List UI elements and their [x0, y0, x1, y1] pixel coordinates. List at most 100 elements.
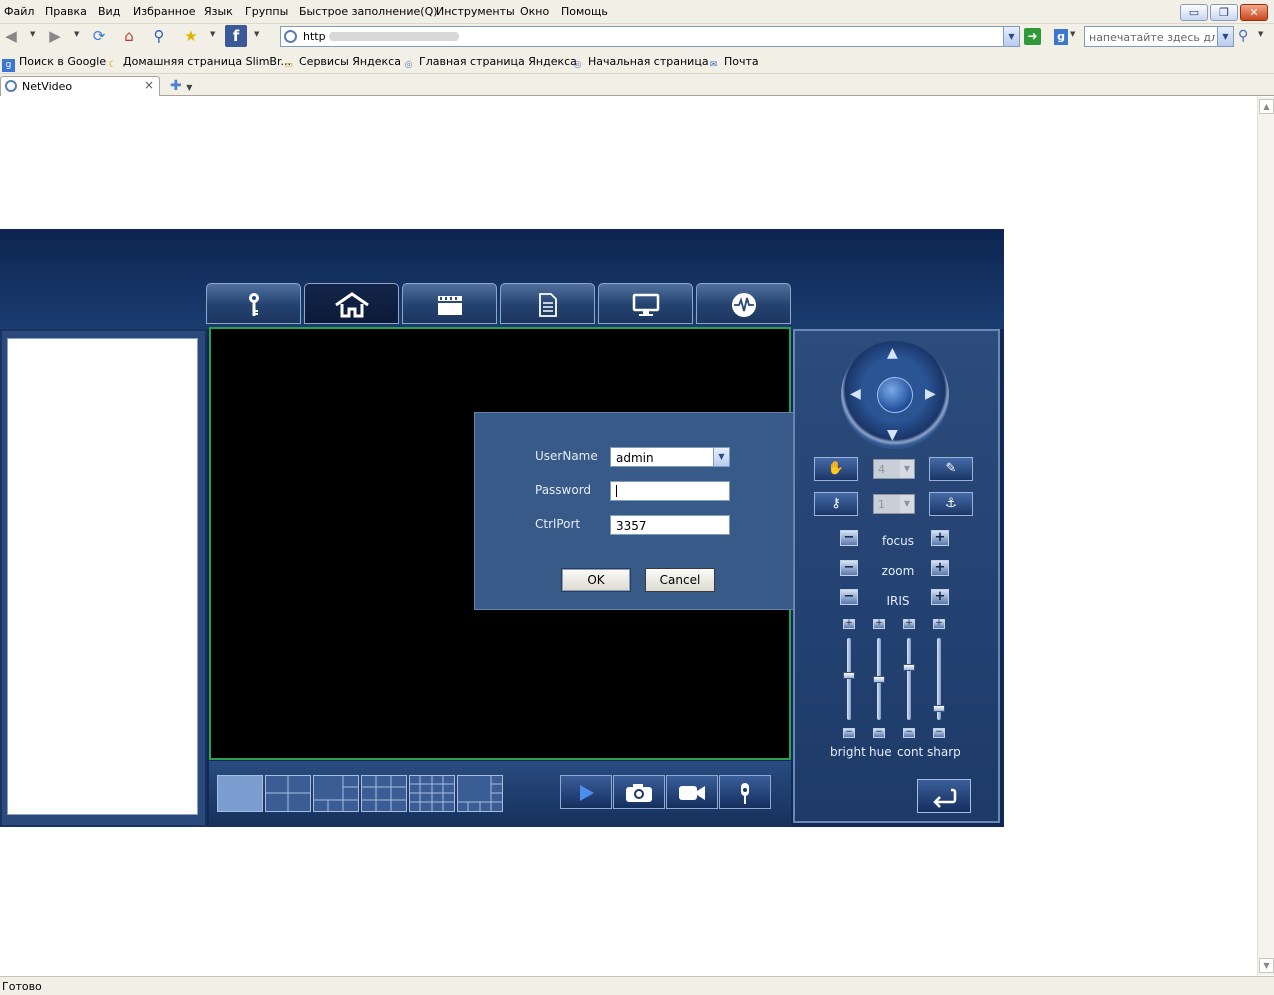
ptz-direction-pad[interactable]: ▲ ▼ ◀ ▶ — [841, 341, 949, 449]
sharp-slider-thumb[interactable] — [933, 704, 945, 712]
tab-alarm[interactable] — [696, 283, 791, 324]
bright-slider-thumb[interactable] — [843, 671, 855, 679]
ptz-wiper-button[interactable]: ✎ — [929, 457, 973, 481]
sharp-minus-button[interactable]: − — [933, 728, 945, 738]
iris-minus-button[interactable]: − — [840, 589, 858, 605]
record-button[interactable] — [666, 775, 718, 809]
cont-slider-thumb[interactable] — [903, 663, 915, 671]
chevron-down-icon[interactable]: ▼ — [713, 448, 729, 466]
zoom-minus-button[interactable]: − — [840, 560, 858, 576]
facebook-icon[interactable]: f — [225, 25, 247, 47]
snapshot-button[interactable] — [613, 775, 665, 809]
search-icon[interactable]: ⚲ — [148, 25, 170, 47]
search-go-dropdown-icon[interactable]: ▼ — [1258, 30, 1263, 38]
focus-minus-button[interactable]: − — [840, 530, 858, 546]
device-list[interactable] — [7, 338, 198, 815]
menu-help[interactable]: Помощь — [561, 5, 608, 18]
forward-dropdown-icon[interactable]: ▼ — [74, 30, 79, 38]
menu-autofill[interactable]: Быстрое заполнение(Q) — [299, 5, 438, 18]
layout-2x2-button[interactable] — [265, 775, 311, 812]
close-button[interactable]: ✕ — [1240, 4, 1268, 21]
cont-plus-button[interactable]: + — [903, 619, 915, 629]
new-tab-icon[interactable]: ✚ ▼ — [170, 78, 192, 94]
ptz-down-icon[interactable]: ▼ — [887, 427, 898, 443]
ptz-preset-goto-button[interactable]: ⚓ — [929, 492, 973, 516]
iris-plus-button[interactable]: + — [931, 589, 949, 605]
layout-1plus5-button[interactable] — [313, 775, 359, 812]
menu-tools[interactable]: Инструменты — [436, 5, 515, 18]
fav-yandex-services[interactable]: ▭ Сервисы Яндекса — [282, 55, 401, 72]
tab-record[interactable] — [402, 283, 497, 324]
menu-edit[interactable]: Правка — [45, 5, 87, 18]
menu-favorites[interactable]: Избранное — [133, 5, 195, 18]
hue-plus-button[interactable]: + — [873, 619, 885, 629]
tab-display[interactable] — [598, 283, 693, 324]
google-search-icon[interactable]: g — [1054, 29, 1068, 45]
password-field[interactable] — [610, 481, 730, 501]
restore-button[interactable]: ❐ — [1210, 4, 1238, 21]
address-dropdown-icon[interactable]: ▼ — [1003, 27, 1019, 46]
search-go-icon[interactable]: ⚲ — [1238, 28, 1248, 44]
back-dropdown-icon[interactable]: ▼ — [30, 30, 35, 38]
ctrlport-field[interactable]: 3357 — [610, 515, 730, 535]
tab-log[interactable] — [500, 283, 595, 324]
favorites-star-icon[interactable]: ★ — [180, 25, 202, 47]
fav-google-search[interactable]: g Поиск в Google — [2, 55, 106, 72]
scroll-up-icon[interactable]: ▲ — [1259, 99, 1274, 114]
ptz-hand-button[interactable]: ✋ — [814, 457, 858, 481]
close-tab-icon[interactable]: × — [144, 78, 154, 92]
refresh-icon[interactable]: ⟳ — [88, 25, 110, 47]
layout-1x1-button[interactable] — [217, 775, 263, 812]
tab-settings-key[interactable] — [206, 283, 301, 324]
fav-start-page[interactable]: ◎ Начальная страница — [571, 55, 709, 72]
address-bar[interactable]: http ▼ — [280, 26, 1020, 47]
home-icon[interactable]: ⌂ — [118, 25, 140, 47]
ptz-preset-select[interactable]: 1 ▼ — [873, 494, 915, 514]
hue-slider-thumb[interactable] — [873, 676, 885, 683]
hue-minus-button[interactable]: − — [873, 728, 885, 738]
tab-netvideo[interactable]: NetVideo × — [0, 76, 160, 96]
talk-button[interactable] — [719, 775, 771, 809]
search-box[interactable]: напечатайте здесь для п ▼ — [1084, 26, 1234, 47]
ok-button[interactable]: OK — [561, 568, 631, 592]
layout-1plus7-button[interactable] — [457, 775, 503, 812]
minimize-button[interactable]: ▭ — [1180, 4, 1208, 21]
menu-language[interactable]: Язык — [204, 5, 233, 18]
forward-icon[interactable]: ▶ — [44, 25, 66, 47]
go-arrow-icon[interactable]: ➜ — [1024, 28, 1041, 45]
menu-view[interactable]: Вид — [98, 5, 120, 18]
ptz-left-icon[interactable]: ◀ — [850, 386, 861, 402]
ptz-up-icon[interactable]: ▲ — [887, 345, 898, 361]
cont-slider[interactable] — [907, 638, 911, 720]
search-engine-dropdown-icon[interactable]: ▼ — [1070, 30, 1075, 38]
back-icon[interactable]: ◀ — [0, 25, 22, 47]
sharp-plus-button[interactable]: + — [933, 619, 945, 629]
cont-minus-button[interactable]: − — [903, 728, 915, 738]
ptz-center-button[interactable] — [877, 377, 913, 413]
fav-yandex-main[interactable]: ◎ Главная страница Яндекса — [402, 55, 577, 72]
layout-3x3-button[interactable] — [361, 775, 407, 812]
tab-home[interactable] — [304, 283, 399, 324]
menu-window[interactable]: Окно — [520, 5, 549, 18]
ptz-speed-select[interactable]: 4 ▼ — [873, 459, 915, 479]
layout-4x4-button[interactable] — [409, 775, 455, 812]
return-button[interactable] — [917, 779, 971, 813]
search-dropdown-icon[interactable]: ▼ — [1217, 27, 1233, 46]
fav-mail[interactable]: ✉ Почта — [707, 55, 759, 72]
ptz-preset-set-button[interactable]: ⚷ — [814, 492, 858, 516]
cancel-button[interactable]: Cancel — [645, 568, 715, 592]
play-button[interactable] — [560, 775, 612, 809]
username-select[interactable]: admin ▼ — [610, 447, 730, 467]
scroll-down-icon[interactable]: ▼ — [1259, 958, 1274, 973]
menu-groups[interactable]: Группы — [245, 5, 288, 18]
bright-plus-button[interactable]: + — [843, 619, 855, 629]
zoom-plus-button[interactable]: + — [931, 560, 949, 576]
favorites-dropdown-icon[interactable]: ▼ — [210, 30, 215, 38]
bright-minus-button[interactable]: − — [843, 728, 855, 738]
ptz-right-icon[interactable]: ▶ — [925, 386, 936, 402]
bright-slider[interactable] — [847, 638, 851, 720]
facebook-dropdown-icon[interactable]: ▼ — [254, 30, 259, 38]
focus-plus-button[interactable]: + — [931, 530, 949, 546]
fav-slimbrowser[interactable]: ☾ Домашняя страница SlimBr... — [106, 55, 291, 72]
vertical-scrollbar[interactable]: ▲ ▼ — [1257, 97, 1274, 975]
